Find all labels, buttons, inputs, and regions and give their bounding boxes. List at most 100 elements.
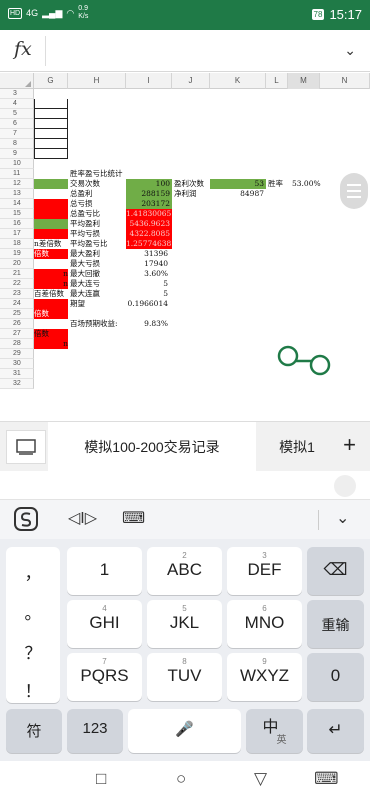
key-def[interactable]: 3 DEF (227, 547, 302, 595)
key-jkl[interactable]: 5 JKL (147, 600, 222, 648)
hundred-return-label[interactable]: 百场预期收益: (70, 319, 118, 329)
row-header-25[interactable]: 25 (0, 309, 34, 319)
net-profit-value[interactable]: 84987 (210, 189, 264, 199)
row-header-23[interactable]: 23 (0, 289, 34, 299)
max-drawdown-value[interactable]: 3.60% (126, 269, 168, 279)
sogou-mini-icon[interactable] (334, 475, 356, 497)
max-loss-label[interactable]: 最大亏损 (70, 259, 100, 269)
expectation-label[interactable]: 期望 (70, 299, 85, 309)
fx-icon[interactable]: fx (14, 38, 32, 60)
symbol-button[interactable]: 符 (6, 709, 62, 753)
chevron-down-icon[interactable]: ⌄ (344, 42, 356, 59)
expectation-value[interactable]: 0.1966014 (126, 299, 168, 309)
col-header-l[interactable]: L (266, 73, 288, 89)
punct-exclaim[interactable]: ！ (6, 677, 60, 702)
add-sheet-button[interactable]: + (343, 432, 356, 458)
punct-period[interactable]: 。 (6, 599, 60, 624)
row-header-11[interactable]: 11 (0, 169, 34, 179)
scroll-handle-button[interactable] (340, 173, 368, 209)
avg-profit-value[interactable]: 5436.9623 (126, 219, 170, 229)
row-header-21[interactable]: 21 (0, 269, 34, 279)
avg-ratio-value[interactable]: 1.25774638 (126, 239, 171, 249)
row-header-9[interactable]: 9 (0, 149, 34, 159)
tab-sheet-2[interactable]: 模拟1 (262, 422, 332, 472)
net-profit-label[interactable]: 净利润 (174, 189, 197, 199)
col-header-k[interactable]: K (210, 73, 266, 89)
select-all-corner[interactable] (0, 73, 34, 89)
row-header-27[interactable]: 27 (0, 329, 34, 339)
punct-question[interactable]: ？ (6, 639, 60, 664)
row-header-29[interactable]: 29 (0, 349, 34, 359)
row-header-31[interactable]: 31 (0, 369, 34, 379)
glasses-icon[interactable] (277, 343, 333, 377)
key-1[interactable]: 1 (67, 547, 142, 595)
cell-g17[interactable]: n差倍数 (34, 239, 61, 249)
win-count-value[interactable]: 53 (210, 179, 264, 189)
avg-ratio-label[interactable]: 平均盈亏比 (70, 239, 108, 249)
key-tuv[interactable]: 8 TUV (147, 653, 222, 701)
col-header-h[interactable]: H (68, 73, 126, 89)
avg-profit-label[interactable]: 平均盈利 (70, 219, 100, 229)
row-header-3[interactable]: 3 (0, 89, 34, 99)
sogou-logo-icon[interactable] (14, 507, 38, 536)
avg-loss-value[interactable]: 4322.8085 (126, 229, 170, 239)
numeric-button[interactable]: 123 (67, 709, 123, 753)
tab-active-sheet[interactable]: 模拟100-200交易记录 (48, 422, 256, 472)
cell-g6[interactable] (34, 119, 68, 129)
punct-comma[interactable]: ， (6, 559, 60, 584)
col-header-j[interactable]: J (172, 73, 210, 89)
row-header-19[interactable]: 19 (0, 249, 34, 259)
row-header-28[interactable]: 28 (0, 339, 34, 349)
key-ghi[interactable]: 4 GHI (67, 600, 142, 648)
col-header-g[interactable]: G (34, 73, 68, 89)
key-abc[interactable]: 2 ABC (147, 547, 222, 595)
row-header-26[interactable]: 26 (0, 319, 34, 329)
cell-g7[interactable] (34, 129, 68, 139)
cell-g8[interactable] (34, 139, 68, 149)
stats-title[interactable]: 胜率盈亏比统计 (70, 169, 123, 179)
max-cons-loss-value[interactable]: 5 (126, 279, 168, 289)
avg-loss-label[interactable]: 平均亏损 (70, 229, 100, 239)
row-header-32[interactable]: 32 (0, 379, 34, 389)
max-profit-label[interactable]: 最大盈利 (70, 249, 100, 259)
win-rate-label[interactable]: 胜率 (268, 179, 283, 189)
formula-bar[interactable]: fx ⌄ (0, 30, 370, 72)
cell-g26[interactable]: 倍数 (34, 329, 49, 339)
space-button[interactable]: 🎤 (128, 709, 241, 753)
win-rate-value[interactable]: 53.00% (292, 179, 321, 189)
total-ratio-label[interactable]: 总盈亏比 (70, 209, 100, 219)
max-loss-value[interactable]: 17940 (126, 259, 168, 269)
cursor-move-icon[interactable]: ◁I▷ (68, 508, 97, 528)
key-pqrs[interactable]: 7 PQRS (67, 653, 142, 701)
row-header-10[interactable]: 10 (0, 159, 34, 169)
cell-g9[interactable] (34, 149, 68, 159)
total-loss-label[interactable]: 总亏损 (70, 199, 93, 209)
row-header-18[interactable]: 18 (0, 239, 34, 249)
cell-g22[interactable]: 百差倍数 (34, 289, 64, 299)
cell-g27[interactable]: n (34, 339, 68, 349)
keyboard-icon[interactable]: ⌨ (122, 508, 145, 528)
row-header-13[interactable]: 13 (0, 189, 34, 199)
back-icon[interactable]: ▽ (254, 769, 267, 789)
row-header-8[interactable]: 8 (0, 139, 34, 149)
total-ratio-value[interactable]: 1.41830065 (126, 209, 171, 219)
row-header-24[interactable]: 24 (0, 299, 34, 309)
row-header-4[interactable]: 4 (0, 99, 34, 109)
reinput-button[interactable]: 重输 (307, 600, 364, 648)
sheet-list-icon[interactable] (6, 430, 46, 464)
trade-count-value[interactable]: 100 (126, 179, 170, 189)
row-header-7[interactable]: 7 (0, 129, 34, 139)
row-header-15[interactable]: 15 (0, 209, 34, 219)
total-loss-value[interactable]: 203172 (126, 199, 170, 209)
backspace-button[interactable]: ⌫ (307, 547, 364, 595)
cell-g5[interactable] (34, 109, 68, 119)
max-drawdown-label[interactable]: 最大回撤 (70, 269, 100, 279)
row-header-20[interactable]: 20 (0, 259, 34, 269)
total-profit-label[interactable]: 总盈利 (70, 189, 93, 199)
punctuation-column[interactable]: ， 。 ？ ！ (6, 547, 60, 703)
key-mno[interactable]: 6 MNO (227, 600, 302, 648)
cell-g21[interactable]: n (34, 279, 68, 289)
max-cons-win-label[interactable]: 最大连赢 (70, 289, 100, 299)
language-switch-button[interactable]: 中 英 (246, 709, 303, 753)
row-header-16[interactable]: 16 (0, 219, 34, 229)
